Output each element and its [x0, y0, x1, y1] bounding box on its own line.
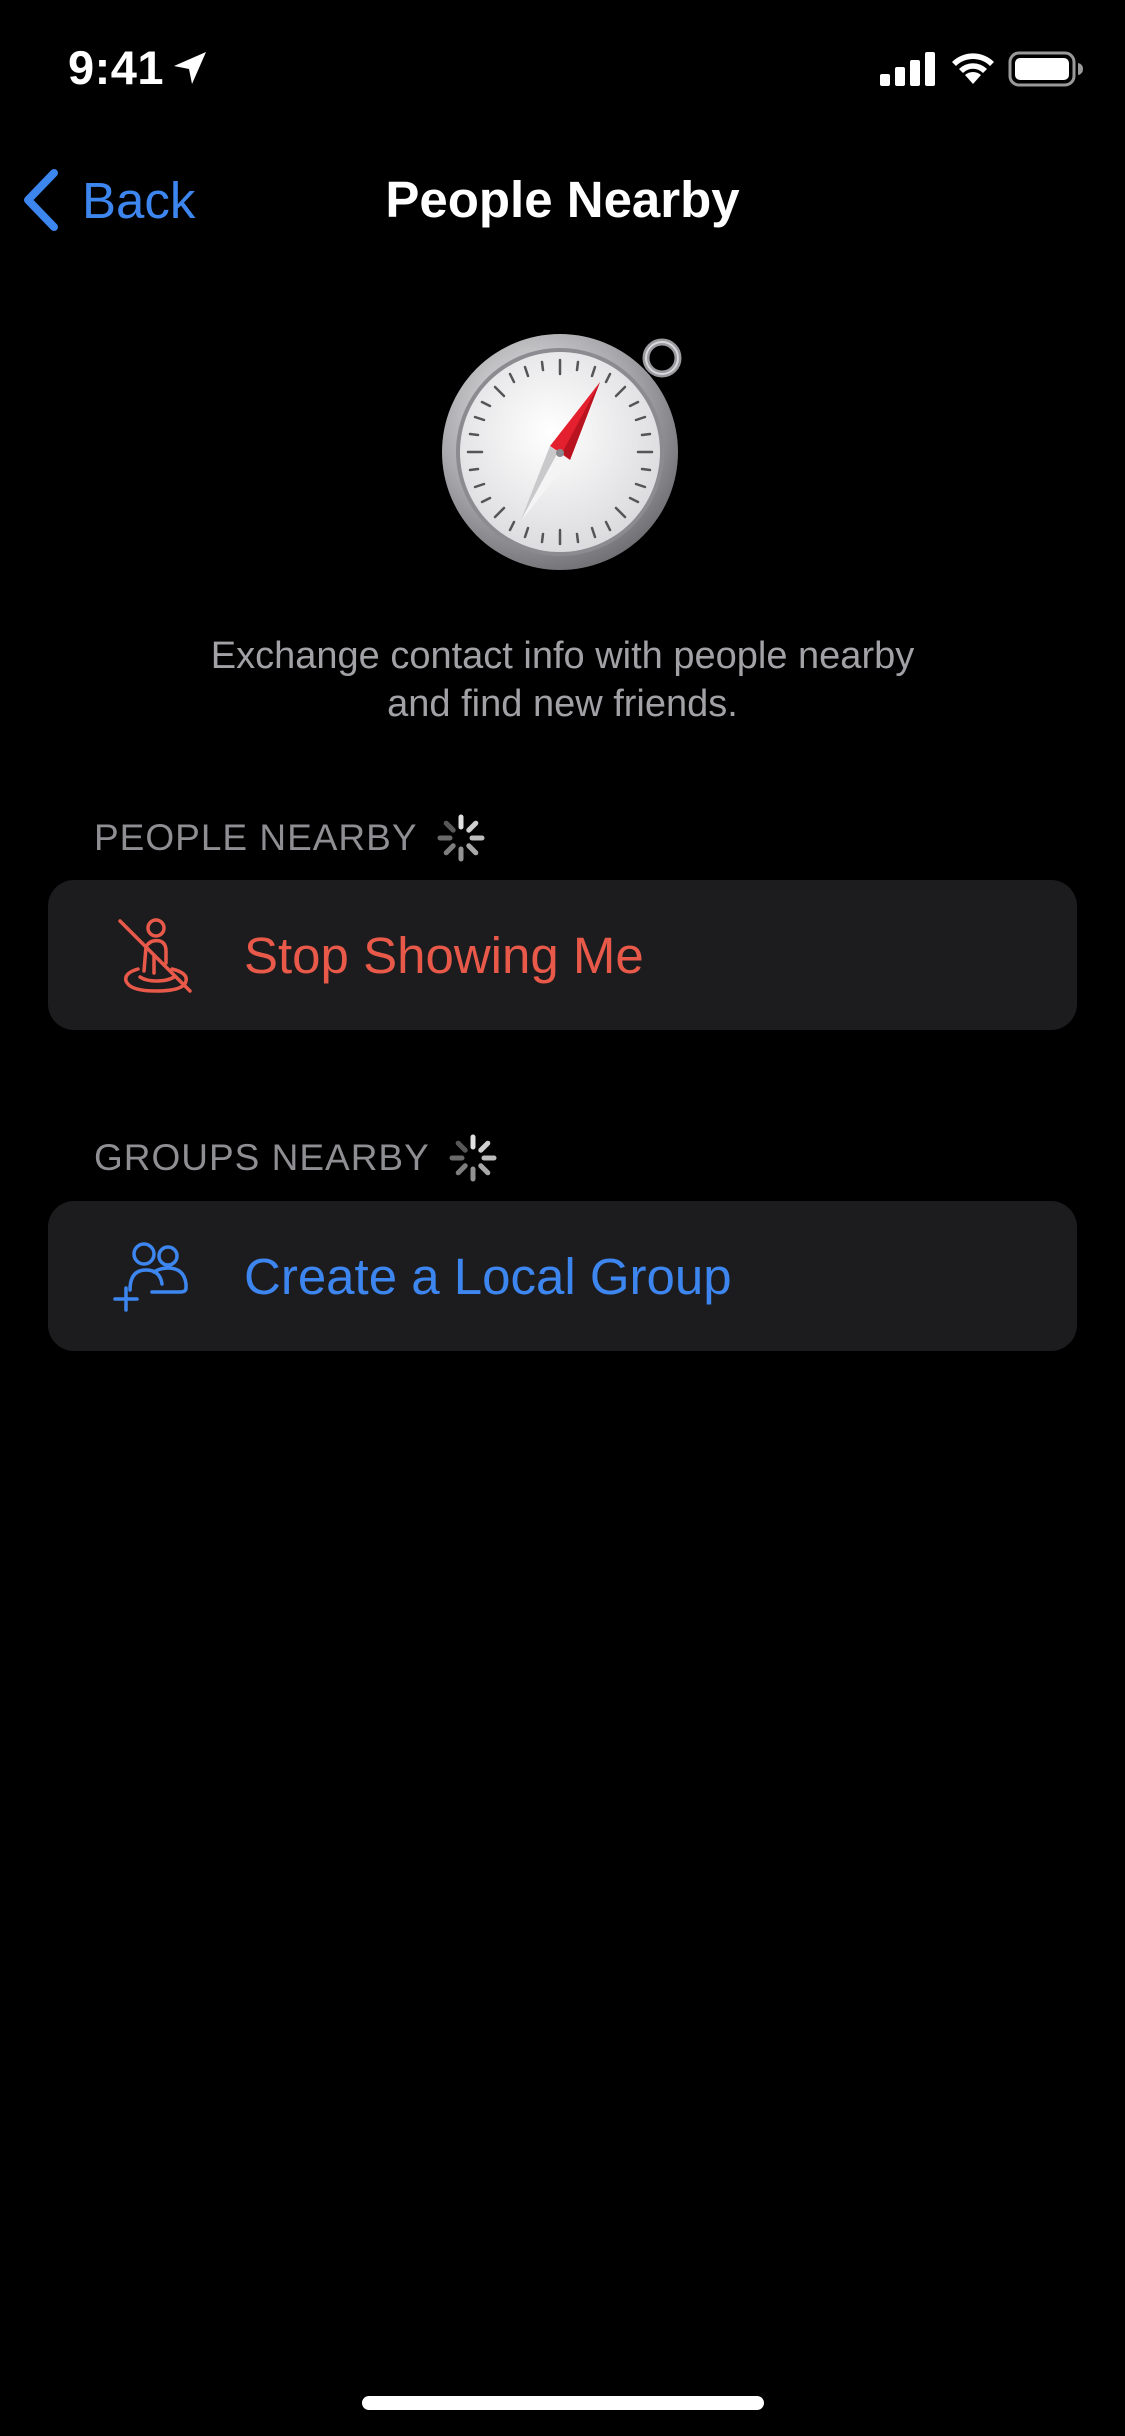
navigation-bar: Back People Nearby — [0, 150, 1125, 250]
loading-spinner-icon — [437, 814, 485, 862]
compass-icon — [442, 334, 682, 570]
add-group-icon — [113, 1242, 188, 1312]
stop-showing-location-icon — [118, 918, 192, 993]
groups-nearby-header-label: GROUPS NEARBY — [94, 1137, 430, 1178]
create-local-group-label: Create a Local Group — [244, 1247, 732, 1305]
home-indicator[interactable] — [362, 2396, 764, 2410]
cellular-signal-icon — [880, 52, 935, 86]
people-nearby-header-label: PEOPLE NEARBY — [94, 817, 418, 858]
status-time: 9:41 — [68, 41, 165, 94]
status-bar: 9:41 — [0, 0, 1125, 140]
create-local-group-button[interactable]: Create a Local Group — [48, 1201, 1077, 1351]
stop-showing-me-label: Stop Showing Me — [244, 926, 644, 984]
description-line-2: and find new friends. — [387, 683, 738, 725]
groups-nearby-header: GROUPS NEARBY — [94, 1133, 498, 1183]
battery-icon — [1008, 51, 1083, 87]
wifi-icon — [952, 53, 994, 84]
stop-showing-me-button[interactable]: Stop Showing Me — [48, 880, 1077, 1030]
loading-spinner-icon — [449, 1134, 497, 1182]
page-title: People Nearby — [385, 171, 740, 228]
description-line-1: Exchange contact info with people nearby — [210, 635, 915, 677]
location-arrow-icon — [174, 52, 206, 84]
people-nearby-header: PEOPLE NEARBY — [94, 813, 486, 863]
description-text: Exchange contact info with people nearby… — [0, 632, 1125, 728]
